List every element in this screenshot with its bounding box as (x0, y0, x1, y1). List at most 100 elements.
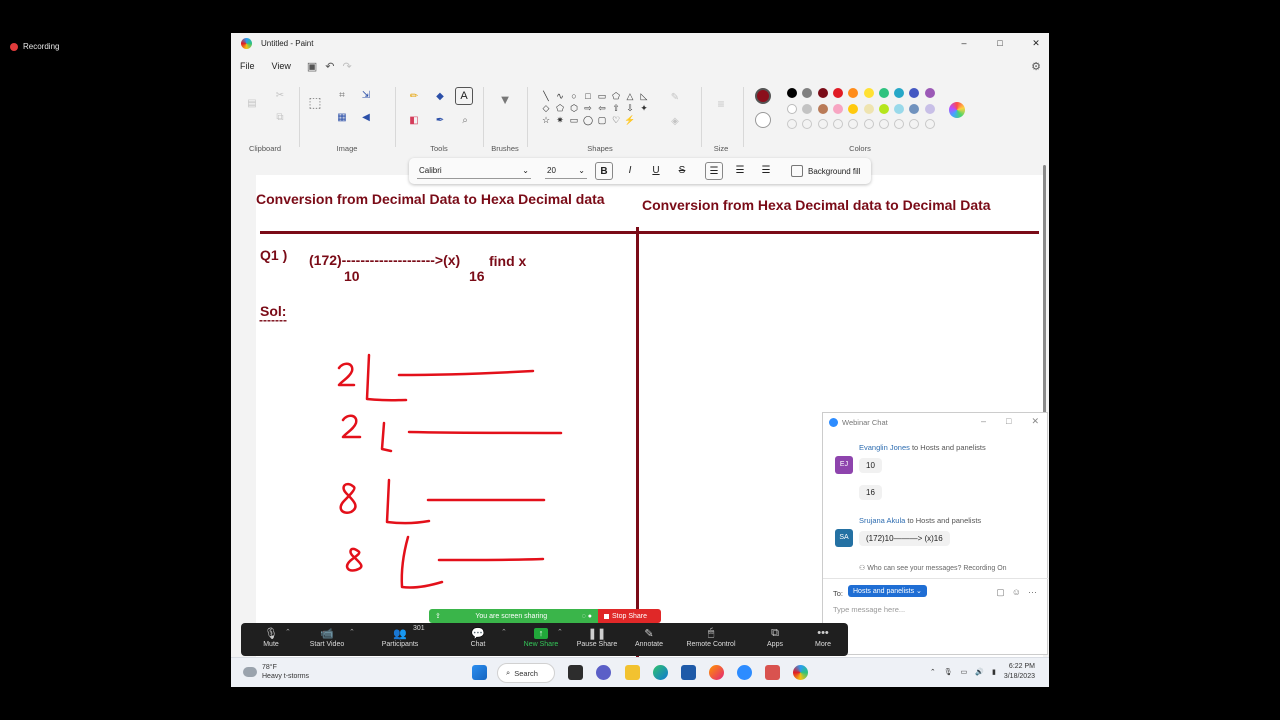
pencil-icon[interactable]: ✏ (407, 90, 421, 104)
copy-icon[interactable]: ⧉ (273, 111, 287, 125)
menu-file[interactable]: File (240, 61, 255, 71)
strikethrough-button[interactable]: S (673, 162, 691, 180)
mute-button[interactable]: 🎙 Mute (241, 623, 301, 656)
menu-view[interactable]: View (272, 61, 291, 71)
paste-icon[interactable]: ▤ (245, 97, 259, 111)
edit-colors-icon[interactable] (949, 102, 965, 118)
undo-icon[interactable]: ↶ (325, 60, 334, 73)
minimize-button[interactable]: – (957, 38, 971, 48)
color-swatch[interactable] (817, 104, 828, 114)
select-icon[interactable]: ⬚ (308, 95, 322, 109)
mute-options-chevron-icon[interactable]: ⌃ (285, 628, 291, 636)
settings-share-icon[interactable]: ⚙ (1031, 60, 1041, 73)
pause-share-button[interactable]: ❚❚ Pause Share (567, 623, 627, 656)
shape-option[interactable]: ◇ (539, 103, 553, 114)
shape-option[interactable] (651, 103, 665, 114)
shape-option[interactable]: ☆ (539, 115, 553, 126)
firefox-icon[interactable] (709, 665, 724, 680)
chat-close-button[interactable]: ✕ (1031, 416, 1039, 427)
color-swatch[interactable] (817, 88, 828, 98)
shape-option[interactable]: ✷ (553, 115, 567, 126)
bold-button[interactable]: B (595, 162, 613, 180)
shape-option[interactable]: ♡ (609, 115, 623, 126)
text-tool-icon[interactable]: A (455, 87, 473, 105)
align-center-icon[interactable]: ☰ (731, 162, 749, 180)
weather-widget[interactable]: 78°F Heavy t-storms (243, 663, 309, 681)
chat-maximize-button[interactable]: □ (1006, 416, 1011, 427)
canvas-scrollbar[interactable] (1043, 165, 1046, 415)
crop-icon[interactable]: ⌗ (335, 89, 349, 103)
shape-option[interactable]: ▭ (595, 91, 609, 102)
shape-option[interactable]: ⬠ (609, 91, 623, 102)
shape-option[interactable]: ⇦ (595, 103, 609, 114)
empty-color-swatch[interactable] (787, 119, 797, 129)
shape-option[interactable]: ⇧ (609, 103, 623, 114)
shape-option[interactable]: ▭ (567, 115, 581, 126)
italic-button[interactable]: I (621, 162, 639, 180)
rotate-icon[interactable]: ◀ (359, 111, 373, 125)
magnifier-icon[interactable]: ⌕ (458, 114, 472, 128)
share-status[interactable]: ⇪ You are screen sharing ◌ ● (429, 609, 598, 623)
redo-icon[interactable]: ↷ (343, 60, 352, 73)
maximize-button[interactable]: □ (993, 38, 1007, 48)
shape-option[interactable]: ▢ (595, 115, 609, 126)
primary-color[interactable] (755, 88, 771, 104)
color-swatch[interactable] (924, 88, 935, 98)
color-swatch[interactable] (863, 88, 874, 98)
stop-share-button[interactable]: Stop Share (598, 609, 661, 623)
empty-color-swatch[interactable] (832, 119, 843, 129)
shape-option[interactable]: ⬠ (553, 103, 567, 114)
shape-option[interactable]: ⬡ (567, 103, 581, 114)
color-swatch[interactable] (924, 104, 935, 114)
video-options-chevron-icon[interactable]: ⌃ (349, 628, 355, 636)
remote-control-button[interactable]: 🖱 Remote Control (677, 623, 745, 656)
start-icon[interactable] (472, 665, 487, 680)
empty-color-swatch[interactable] (878, 119, 889, 129)
shape-option[interactable] (651, 115, 665, 126)
recording-indicator[interactable]: Recording (10, 42, 59, 51)
microphone-icon[interactable]: 🎙 (944, 668, 953, 676)
shape-option[interactable]: ∿ (553, 91, 567, 102)
taskbar-search[interactable]: ⌕ Search (497, 663, 555, 683)
app-icon[interactable] (765, 665, 780, 680)
shape-option[interactable]: ✦ (637, 103, 651, 114)
outline-icon[interactable]: ✎ (668, 91, 682, 105)
shape-option[interactable]: ◯ (581, 115, 595, 126)
shape-option[interactable]: ⚡ (623, 115, 637, 126)
share-options-chevron-icon[interactable]: ⌃ (557, 628, 563, 636)
close-button[interactable]: ✕ (1029, 38, 1043, 49)
chat-message-input[interactable]: Type message here... (833, 605, 905, 614)
save-icon[interactable]: ▣ (307, 60, 317, 73)
task-view-icon[interactable] (568, 665, 583, 680)
file-explorer-icon[interactable] (625, 665, 640, 680)
edge-icon[interactable] (653, 665, 668, 680)
clock[interactable]: 6:22 PM 3/18/2023 (1004, 662, 1035, 682)
color-swatch[interactable] (863, 104, 874, 114)
line-size-icon[interactable]: ≡ (714, 97, 728, 111)
store-icon[interactable] (681, 665, 696, 680)
chevron-up-icon[interactable]: ⌃ (930, 668, 936, 676)
file-icon[interactable]: ▢ (996, 587, 1005, 598)
chat-button[interactable]: 💬 Chat (448, 623, 508, 656)
start-video-button[interactable]: 📹 Start Video (297, 623, 357, 656)
volume-icon[interactable]: 🔊 (975, 668, 984, 676)
shape-option[interactable]: △ (623, 91, 637, 102)
shape-fill-icon[interactable]: ◈ (668, 115, 682, 129)
shape-option[interactable]: ⇨ (581, 103, 595, 114)
battery-icon[interactable]: ▮ (992, 668, 996, 676)
teams-chat-icon[interactable] (596, 665, 611, 680)
color-swatch[interactable] (832, 104, 843, 114)
shape-option[interactable]: ◺ (637, 91, 651, 102)
brush-icon[interactable]: ▼ (498, 93, 512, 107)
underline-button[interactable]: U (647, 162, 665, 180)
cut-icon[interactable]: ✂ (273, 89, 287, 103)
annotate-button[interactable]: ✎ Annotate (619, 623, 679, 656)
color-swatch[interactable] (832, 88, 843, 98)
eraser-icon[interactable]: ◧ (407, 114, 421, 128)
shape-option[interactable] (651, 91, 665, 102)
color-swatch[interactable] (878, 88, 889, 98)
color-swatch[interactable] (787, 104, 797, 114)
shape-option[interactable]: ○ (567, 91, 581, 102)
empty-color-swatch[interactable] (924, 119, 935, 129)
empty-color-swatch[interactable] (817, 119, 828, 129)
